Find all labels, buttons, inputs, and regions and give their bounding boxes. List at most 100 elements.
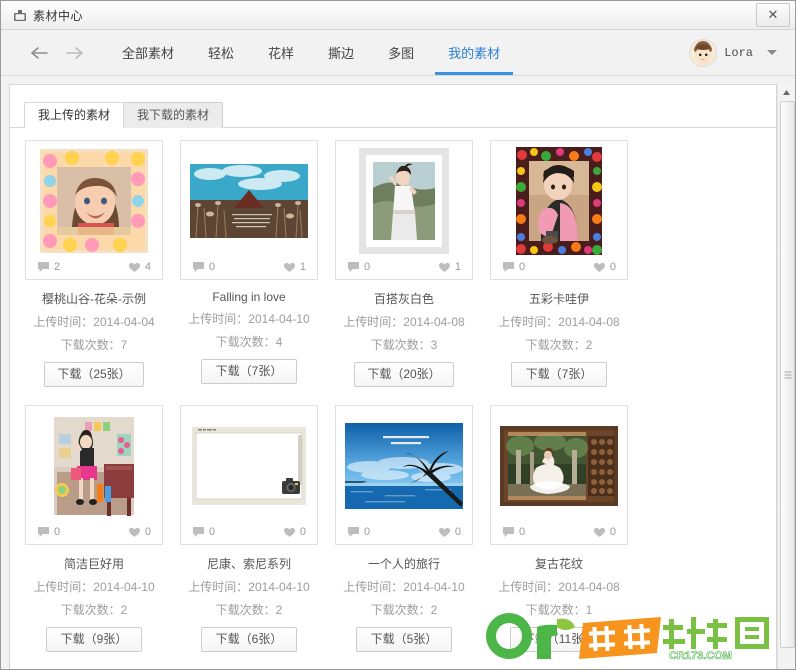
material-card: 0 0 尼康、索尼系列 上传时间：2014-04-10 下载次数：2 下载（6张… xyxy=(179,405,319,652)
vintage-pattern-bride-image xyxy=(498,411,620,521)
nav-tab-tornedge[interactable]: 撕边 xyxy=(311,30,371,75)
card-download-count: 下载次数：1 xyxy=(525,603,593,617)
card-download-count: 下载次数：2 xyxy=(215,603,283,617)
like-stat: 0 xyxy=(593,526,616,538)
vertical-scrollbar[interactable] xyxy=(777,84,795,669)
download-button[interactable]: 下载（9张） xyxy=(46,627,142,652)
like-stat: 0 xyxy=(438,526,461,538)
thumbnail[interactable]: 0 0 xyxy=(490,405,628,545)
card-upload-time: 上传时间：2014-04-10 xyxy=(343,580,465,594)
thumbnail[interactable]: 0 0 xyxy=(335,405,473,545)
scroll-up-arrow-icon[interactable] xyxy=(778,84,795,101)
card-download-count: 下载次数：2 xyxy=(60,603,128,617)
heart-icon xyxy=(438,262,450,272)
material-card: 0 0 一个人的旅行 上传时间：2014-04-10 下载次数：2 下载（5张） xyxy=(334,405,474,652)
like-count: 0 xyxy=(454,526,461,538)
comment-stat: 0 xyxy=(347,261,370,273)
material-card: 2 4 樱桃山谷-花朵-示例 上传时间：2014-04-04 下载次数：7 下载… xyxy=(24,140,164,387)
card-title[interactable]: Falling in love xyxy=(212,290,285,304)
download-button[interactable]: 下载（5张） xyxy=(356,627,452,652)
scrollbar-thumb[interactable] xyxy=(780,101,795,648)
thumbnail[interactable]: 0 1 xyxy=(180,140,318,280)
card-title[interactable]: 百搭灰白色 xyxy=(374,290,434,307)
comment-icon xyxy=(38,527,49,537)
sub-tab-uploaded[interactable]: 我上传的素材 xyxy=(24,102,125,128)
comment-icon xyxy=(503,262,514,272)
comment-stat: 0 xyxy=(192,526,215,538)
like-count: 0 xyxy=(144,526,151,538)
like-count: 0 xyxy=(299,526,306,538)
comment-icon xyxy=(38,262,49,272)
close-button[interactable]: ✕ xyxy=(756,3,790,27)
window-title: 素材中心 xyxy=(33,8,84,23)
like-stat: 1 xyxy=(283,261,306,273)
comment-count: 0 xyxy=(54,526,61,538)
card-download-count: 下载次数：4 xyxy=(215,335,283,349)
application-window: 素材中心 ✕ 全部素材 轻松 花样 撕边 多图 我的素材 Lora 我上传的素材… xyxy=(0,0,796,670)
thumbnail[interactable]: 0 1 xyxy=(335,140,473,280)
like-count: 1 xyxy=(299,261,306,273)
nav-tab-all[interactable]: 全部素材 xyxy=(105,30,191,75)
card-title[interactable]: 复古花纹 xyxy=(535,555,583,572)
heart-icon xyxy=(128,262,140,272)
download-button[interactable]: 下载（7张） xyxy=(511,362,607,387)
thumbnail[interactable]: 0 0 xyxy=(25,405,163,545)
card-upload-time: 上传时间：2014-04-10 xyxy=(33,580,155,594)
comment-icon xyxy=(193,262,204,272)
card-title[interactable]: 简洁巨好用 xyxy=(64,555,124,572)
comment-stat: 0 xyxy=(502,526,525,538)
card-upload-time: 上传时间：2014-04-08 xyxy=(343,315,465,329)
nav-tab-multiphoto[interactable]: 多图 xyxy=(371,30,431,75)
content-area: 我上传的素材 我下载的素材 2 4 樱桃山谷-花朵-示例 上传时间：2014-0… xyxy=(1,76,795,669)
heart-icon xyxy=(593,527,605,537)
arrow-left-icon[interactable] xyxy=(23,30,57,75)
card-title[interactable]: 五彩卡哇伊 xyxy=(529,290,589,307)
arrow-right-icon[interactable] xyxy=(57,30,91,75)
material-card: 0 0 简洁巨好用 上传时间：2014-04-10 下载次数：2 下载（9张） xyxy=(24,405,164,652)
navigation-bar: 全部素材 轻松 花样 撕边 多图 我的素材 Lora xyxy=(1,30,795,76)
heart-icon xyxy=(438,527,450,537)
nav-tab-my-materials[interactable]: 我的素材 xyxy=(431,30,517,75)
thumbnail[interactable]: 2 4 xyxy=(25,140,163,280)
material-grid: 2 4 樱桃山谷-花朵-示例 上传时间：2014-04-04 下载次数：7 下载… xyxy=(10,128,776,669)
comment-stat: 0 xyxy=(347,526,370,538)
chevron-down-icon[interactable] xyxy=(767,50,777,55)
comment-stat: 2 xyxy=(37,261,60,273)
heart-icon xyxy=(283,527,295,537)
content-pane: 我上传的素材 我下载的素材 2 4 樱桃山谷-花朵-示例 上传时间：2014-0… xyxy=(9,84,777,669)
comment-icon xyxy=(348,262,359,272)
card-title[interactable]: 一个人的旅行 xyxy=(368,555,440,572)
thumbnail[interactable]: 0 0 xyxy=(490,140,628,280)
comment-count: 0 xyxy=(364,526,371,538)
sub-tab-bar: 我上传的素材 我下载的素材 xyxy=(10,85,776,128)
thumbnail[interactable]: 0 0 xyxy=(180,405,318,545)
field-sky-sepia-image xyxy=(188,146,310,256)
thumbnail-stats: 2 4 xyxy=(33,256,155,278)
download-button[interactable]: 下载（7张） xyxy=(201,359,297,384)
nav-tab-easy[interactable]: 轻松 xyxy=(191,30,251,75)
like-stat: 0 xyxy=(283,526,306,538)
card-upload-time: 上传时间：2014-04-08 xyxy=(498,315,620,329)
thumbnail-stats: 0 1 xyxy=(343,256,465,278)
thumbnail-stats: 0 0 xyxy=(188,521,310,543)
sub-tab-downloaded[interactable]: 我下载的素材 xyxy=(123,102,224,128)
comment-stat: 0 xyxy=(502,261,525,273)
user-menu[interactable]: Lora xyxy=(689,30,777,75)
comment-count: 2 xyxy=(54,261,61,273)
user-name: Lora xyxy=(724,45,753,60)
download-button[interactable]: 下载（6张） xyxy=(201,627,297,652)
card-title[interactable]: 樱桃山谷-花朵-示例 xyxy=(42,290,146,307)
title-bar: 素材中心 ✕ xyxy=(1,1,795,30)
card-title[interactable]: 尼康、索尼系列 xyxy=(207,555,291,572)
comment-icon xyxy=(193,527,204,537)
download-button[interactable]: 下载（20张） xyxy=(354,362,454,387)
download-button[interactable]: 下载（25张） xyxy=(44,362,144,387)
comment-count: 0 xyxy=(519,526,526,538)
app-icon xyxy=(13,9,27,23)
thumbnail-stats: 0 0 xyxy=(33,521,155,543)
avatar xyxy=(689,38,718,67)
thumbnail-stats: 0 1 xyxy=(188,256,310,278)
comment-stat: 0 xyxy=(37,526,60,538)
nav-tab-pattern[interactable]: 花样 xyxy=(251,30,311,75)
download-button[interactable]: 下载（11张） xyxy=(509,627,609,652)
